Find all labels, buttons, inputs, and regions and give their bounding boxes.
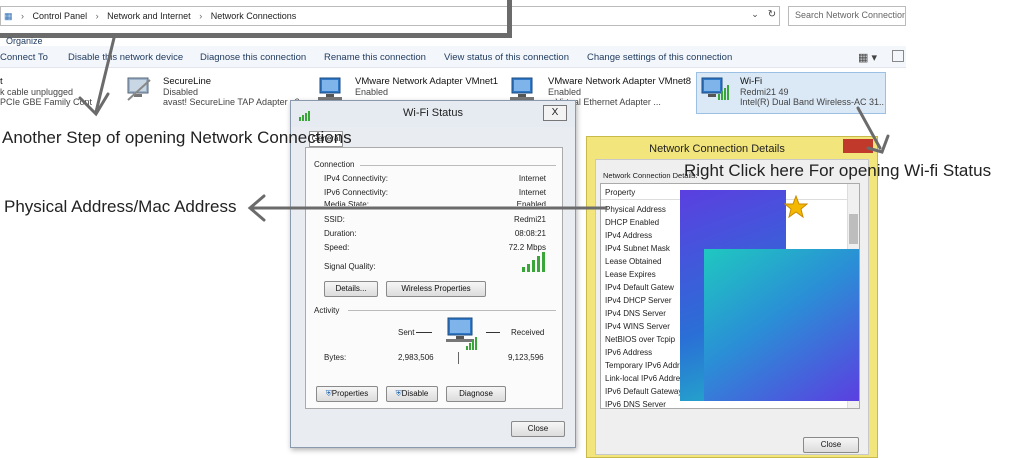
change-settings-button[interactable]: Change settings of this connection bbox=[587, 52, 732, 63]
diagnose-button[interactable]: Diagnose bbox=[446, 386, 506, 402]
connection-section-label: Connection bbox=[314, 160, 355, 169]
close-icon[interactable]: X bbox=[543, 105, 567, 121]
annotation-another-step: Another Step of opening Network Connecti… bbox=[2, 128, 352, 147]
properties-button-label: Properties bbox=[331, 389, 369, 398]
disable-button-label: Disable bbox=[401, 389, 429, 398]
adapter-name: SecureLine bbox=[163, 76, 212, 87]
star-icon bbox=[784, 195, 808, 219]
wireless-properties-button[interactable]: Wireless Properties bbox=[386, 281, 486, 297]
list-item[interactable]: IPv4 WINS Server bbox=[605, 322, 670, 331]
signal-bars-icon bbox=[522, 252, 545, 272]
scrollbar-thumb[interactable] bbox=[849, 214, 858, 244]
close-icon[interactable] bbox=[843, 139, 873, 153]
ipv6-connectivity-label: IPv6 Connectivity: bbox=[324, 188, 389, 197]
decorative-gradient-block bbox=[704, 249, 859, 401]
network-adapter-icon bbox=[510, 77, 534, 100]
window-title: Network Connection Details bbox=[649, 143, 785, 155]
activity-section-label: Activity bbox=[314, 306, 340, 315]
list-item[interactable]: Lease Obtained bbox=[605, 257, 662, 266]
diagnose-connection-button[interactable]: Diagnose this connection bbox=[200, 52, 306, 63]
divider bbox=[360, 165, 556, 166]
ipv6-connectivity-value: Internet bbox=[518, 188, 546, 197]
list-item[interactable]: NetBIOS over Tcpip bbox=[605, 335, 675, 344]
details-button[interactable]: Details... bbox=[324, 281, 378, 297]
adapter-status: Disabled bbox=[163, 87, 199, 97]
adapter-wifi[interactable]: Wi-Fi Redmi21 49 Intel(R) Dual Band Wire… bbox=[740, 76, 884, 107]
media-state-label: Media State: bbox=[324, 200, 369, 206]
bytes-received-value: 9,123,596 bbox=[508, 353, 544, 362]
speed-label: Speed: bbox=[324, 243, 350, 252]
ssid-label: SSID: bbox=[324, 215, 345, 224]
disable-button[interactable]: ⛨Disable bbox=[386, 386, 438, 402]
view-options-icon[interactable]: ▦ ▾ bbox=[858, 51, 877, 64]
list-item[interactable]: IPv6 Address bbox=[605, 348, 652, 357]
preview-pane-icon[interactable] bbox=[892, 50, 904, 62]
network-activity-icon bbox=[446, 317, 477, 350]
list-item[interactable]: IPv6 Default Gateway bbox=[605, 387, 682, 396]
rename-connection-button[interactable]: Rename this connection bbox=[324, 52, 426, 63]
annotation-right-click: Right Click here For opening Wi-fi Statu… bbox=[684, 161, 992, 180]
media-state-value: Enabled bbox=[516, 200, 546, 206]
list-item[interactable]: Temporary IPv6 Addr bbox=[605, 361, 680, 370]
connect-to-button[interactable]: Connect To bbox=[0, 52, 48, 63]
list-item[interactable]: DHCP Enabled bbox=[605, 218, 659, 227]
adapter-name: Wi-Fi bbox=[740, 76, 763, 87]
speed-value: 72.2 Mbps bbox=[508, 243, 546, 252]
wifi-status-window: Wi-Fi Status X General Connection IPv4 C… bbox=[290, 100, 576, 448]
divider bbox=[348, 310, 556, 311]
organize-menu[interactable]: Organize bbox=[6, 36, 43, 46]
list-item[interactable]: IPv4 Default Gatew bbox=[605, 283, 674, 292]
adapter-ethernet[interactable]: t k cable unplugged PCIe GBE Family Cont bbox=[0, 76, 110, 107]
list-header: Property bbox=[605, 188, 636, 197]
duration-label: Duration: bbox=[324, 229, 357, 238]
wifi-status-panel: Connection IPv4 Connectivity: Internet I… bbox=[305, 147, 563, 409]
duration-value: 08:08:21 bbox=[514, 229, 546, 238]
close-button[interactable]: Close bbox=[511, 421, 565, 437]
network-adapter-icon bbox=[127, 77, 151, 101]
adapter-device: Intel(R) Dual Band Wireless-AC 31... bbox=[740, 97, 884, 107]
annotation-physical-address: Physical Address/Mac Address bbox=[4, 197, 237, 216]
list-item[interactable]: IPv4 Subnet Mask bbox=[605, 244, 670, 253]
received-label: Received bbox=[511, 328, 545, 337]
list-item[interactable]: Physical Address bbox=[605, 205, 666, 214]
chevron-down-icon[interactable]: ⌄ bbox=[748, 9, 762, 23]
adapter-vmnet1[interactable]: VMware Network Adapter VMnet1 Enabled bbox=[355, 76, 498, 97]
properties-button[interactable]: ⛨Properties bbox=[316, 386, 378, 402]
ipv4-connectivity-value: Internet bbox=[518, 174, 546, 183]
list-item[interactable]: IPv4 Address bbox=[605, 231, 652, 240]
wifi-adapter-icon bbox=[701, 77, 729, 100]
list-item[interactable]: IPv6 DNS Server bbox=[605, 400, 666, 408]
adapter-device: PCIe GBE Family Cont bbox=[0, 97, 93, 107]
adapter-name: VMware Network Adapter VMnet8 bbox=[548, 76, 692, 87]
list-item[interactable]: Lease Expires bbox=[605, 270, 656, 279]
adapter-device: avast! SecureLine TAP Adapter v3 bbox=[163, 97, 300, 107]
window-title: Wi-Fi Status bbox=[403, 107, 463, 119]
adapter-status: Enabled bbox=[355, 87, 389, 97]
divider bbox=[416, 332, 432, 333]
network-adapter-icon bbox=[318, 77, 342, 100]
bytes-label: Bytes: bbox=[324, 353, 347, 362]
disable-device-button[interactable]: Disable this network device bbox=[68, 52, 183, 63]
ssid-value: Redmi21 bbox=[513, 215, 546, 224]
divider bbox=[486, 332, 500, 333]
refresh-icon[interactable]: ↻ bbox=[763, 9, 781, 23]
bytes-sent-value: 2,983,506 bbox=[398, 353, 434, 362]
search-input[interactable]: Search Network Connections bbox=[788, 6, 906, 26]
list-item[interactable]: IPv4 DHCP Server bbox=[605, 296, 672, 305]
adapter-name: VMware Network Adapter VMnet1 bbox=[355, 76, 499, 87]
sent-label: Sent bbox=[398, 328, 415, 337]
adapter-status: Enabled bbox=[548, 87, 582, 97]
signal-quality-label: Signal Quality: bbox=[324, 262, 376, 271]
divider bbox=[458, 352, 459, 364]
adapter-name: t bbox=[0, 76, 3, 87]
details-close-button[interactable]: Close bbox=[803, 437, 859, 453]
adapter-secureline[interactable]: SecureLine Disabled avast! SecureLine TA… bbox=[163, 76, 303, 107]
list-item[interactable]: IPv4 DNS Server bbox=[605, 309, 666, 318]
ipv4-connectivity-label: IPv4 Connectivity: bbox=[324, 174, 389, 183]
adapter-status: k cable unplugged bbox=[0, 87, 74, 97]
list-item[interactable]: Link-local IPv6 Addre bbox=[605, 374, 680, 383]
highlight-frame bbox=[0, 0, 512, 38]
adapter-status: Redmi21 49 bbox=[740, 87, 789, 97]
view-status-button[interactable]: View status of this connection bbox=[444, 52, 569, 63]
